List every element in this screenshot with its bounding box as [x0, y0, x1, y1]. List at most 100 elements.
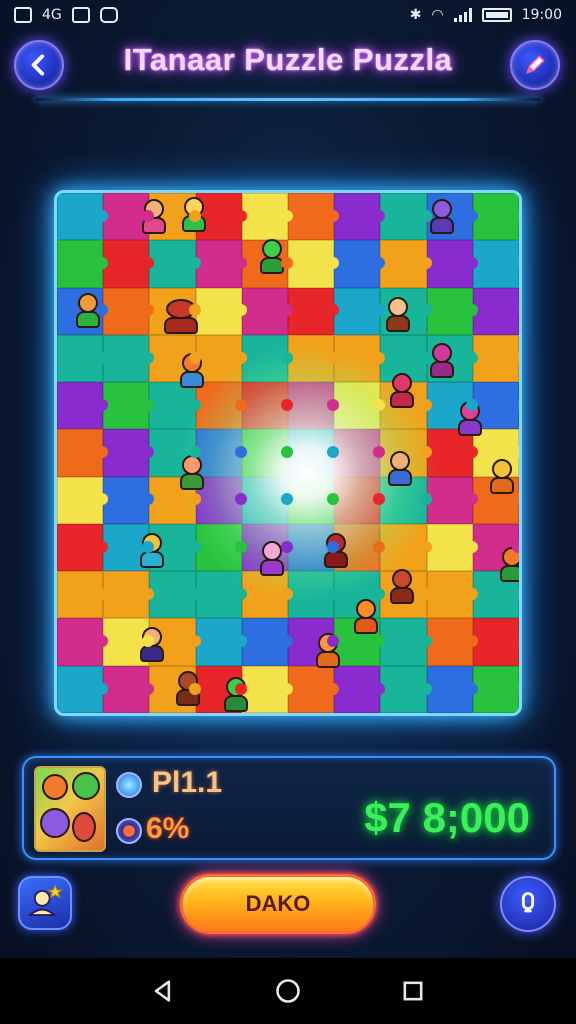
puzzle-character: [427, 343, 457, 379]
puzzle-character: [257, 239, 287, 275]
puzzle-piece[interactable]: [380, 618, 432, 666]
progress-label: 6%: [146, 812, 190, 845]
puzzle-piece[interactable]: [426, 287, 479, 335]
puzzle-piece[interactable]: [57, 523, 109, 572]
puzzle-piece[interactable]: [57, 476, 109, 524]
puzzle-piece[interactable]: [288, 334, 340, 383]
puzzle-piece[interactable]: [241, 618, 294, 666]
puzzle-piece[interactable]: [334, 476, 386, 524]
bluetooth-icon: ✱: [409, 7, 422, 23]
puzzle-piece[interactable]: [241, 382, 294, 430]
puzzle-character: [385, 451, 415, 487]
puzzle-piece[interactable]: [334, 665, 386, 713]
puzzle-character: [387, 569, 417, 605]
puzzle-piece[interactable]: [472, 287, 519, 335]
puzzle-piece[interactable]: [149, 571, 201, 619]
puzzle-piece[interactable]: [472, 240, 519, 288]
puzzle-piece[interactable]: [241, 429, 294, 477]
microphone-button[interactable]: [500, 876, 556, 932]
puzzle-piece[interactable]: [288, 476, 340, 524]
puzzle-piece[interactable]: [195, 382, 248, 430]
puzzle-piece[interactable]: [472, 334, 519, 383]
puzzle-piece[interactable]: [288, 240, 340, 288]
puzzle-piece[interactable]: [103, 476, 155, 524]
status-left: 4G: [14, 7, 118, 23]
puzzle-piece[interactable]: [472, 193, 519, 241]
puzzle-piece[interactable]: [103, 382, 155, 430]
edit-button[interactable]: [510, 40, 560, 90]
puzzle-piece[interactable]: [334, 382, 386, 430]
puzzle-piece[interactable]: [334, 429, 386, 477]
puzzle-piece[interactable]: [57, 193, 109, 241]
info-panel: Pl1.1 6% $7 8;000: [22, 756, 556, 860]
puzzle-piece[interactable]: [426, 240, 479, 288]
puzzle-piece[interactable]: [57, 618, 109, 666]
puzzle-piece[interactable]: [57, 571, 109, 619]
home-circle-icon[interactable]: [274, 977, 302, 1005]
status-right: ✱ ◠ 19:00: [410, 7, 562, 23]
back-button[interactable]: [14, 40, 64, 90]
puzzle-piece[interactable]: [57, 429, 109, 477]
puzzle-piece[interactable]: [241, 334, 294, 383]
puzzle-piece[interactable]: [241, 193, 294, 241]
puzzle-piece[interactable]: [103, 240, 155, 288]
puzzle-piece[interactable]: [195, 571, 248, 619]
puzzle-piece[interactable]: [380, 240, 432, 288]
puzzle-piece[interactable]: [195, 240, 248, 288]
puzzle-piece[interactable]: [380, 665, 432, 713]
puzzle-piece[interactable]: [426, 665, 479, 713]
system-nav-bar: [0, 958, 576, 1024]
puzzle-piece[interactable]: [57, 382, 109, 430]
puzzle-piece[interactable]: [103, 571, 155, 619]
puzzle-piece[interactable]: [57, 240, 109, 288]
network-type: 4G: [42, 7, 62, 23]
profile-button[interactable]: [18, 876, 72, 930]
puzzle-piece[interactable]: [288, 571, 340, 619]
play-button[interactable]: DAKO: [180, 874, 376, 934]
score-value: $7 8;000: [364, 794, 530, 841]
puzzle-piece[interactable]: [426, 571, 479, 619]
pencil-icon: [526, 55, 545, 74]
battery-icon: [481, 8, 512, 22]
puzzle-piece[interactable]: [426, 523, 479, 572]
puzzle-character: [177, 455, 207, 491]
header-divider: [36, 98, 540, 101]
recents-square-icon[interactable]: [399, 977, 427, 1005]
puzzle-piece[interactable]: [334, 334, 386, 383]
puzzle-piece[interactable]: [103, 665, 155, 713]
puzzle-piece[interactable]: [57, 665, 109, 713]
puzzle-piece[interactable]: [241, 287, 294, 335]
back-triangle-icon[interactable]: [149, 977, 177, 1005]
puzzle-piece[interactable]: [241, 571, 294, 619]
puzzle-piece[interactable]: [288, 193, 340, 241]
puzzle-piece[interactable]: [334, 240, 386, 288]
puzzle-board[interactable]: [54, 190, 522, 716]
puzzle-piece[interactable]: [288, 287, 340, 335]
puzzle-piece[interactable]: [103, 287, 155, 335]
puzzle-piece[interactable]: [288, 665, 340, 713]
puzzle-piece[interactable]: [149, 382, 201, 430]
puzzle-piece[interactable]: [288, 382, 340, 430]
puzzle-piece[interactable]: [103, 334, 155, 383]
android-icon: [99, 7, 118, 23]
puzzle-piece[interactable]: [472, 618, 519, 666]
puzzle-thumbnail[interactable]: [34, 766, 106, 852]
puzzle-piece[interactable]: [195, 523, 248, 572]
puzzle-piece[interactable]: [472, 665, 519, 713]
wifi-icon: ◠: [431, 7, 444, 23]
microphone-icon: [521, 892, 535, 913]
puzzle-grid[interactable]: [57, 193, 519, 713]
puzzle-piece[interactable]: [103, 429, 155, 477]
puzzle-piece[interactable]: [288, 429, 340, 477]
puzzle-piece[interactable]: [334, 193, 386, 241]
puzzle-piece[interactable]: [57, 334, 109, 383]
puzzle-piece[interactable]: [241, 476, 294, 524]
puzzle-piece[interactable]: [380, 523, 432, 572]
puzzle-piece[interactable]: [426, 476, 479, 524]
puzzle-piece[interactable]: [426, 618, 479, 666]
puzzle-piece[interactable]: [334, 287, 386, 335]
chevron-left-icon: [31, 54, 45, 76]
puzzle-piece[interactable]: [195, 618, 248, 666]
puzzle-piece[interactable]: [149, 240, 201, 288]
puzzle-piece[interactable]: [380, 193, 432, 241]
